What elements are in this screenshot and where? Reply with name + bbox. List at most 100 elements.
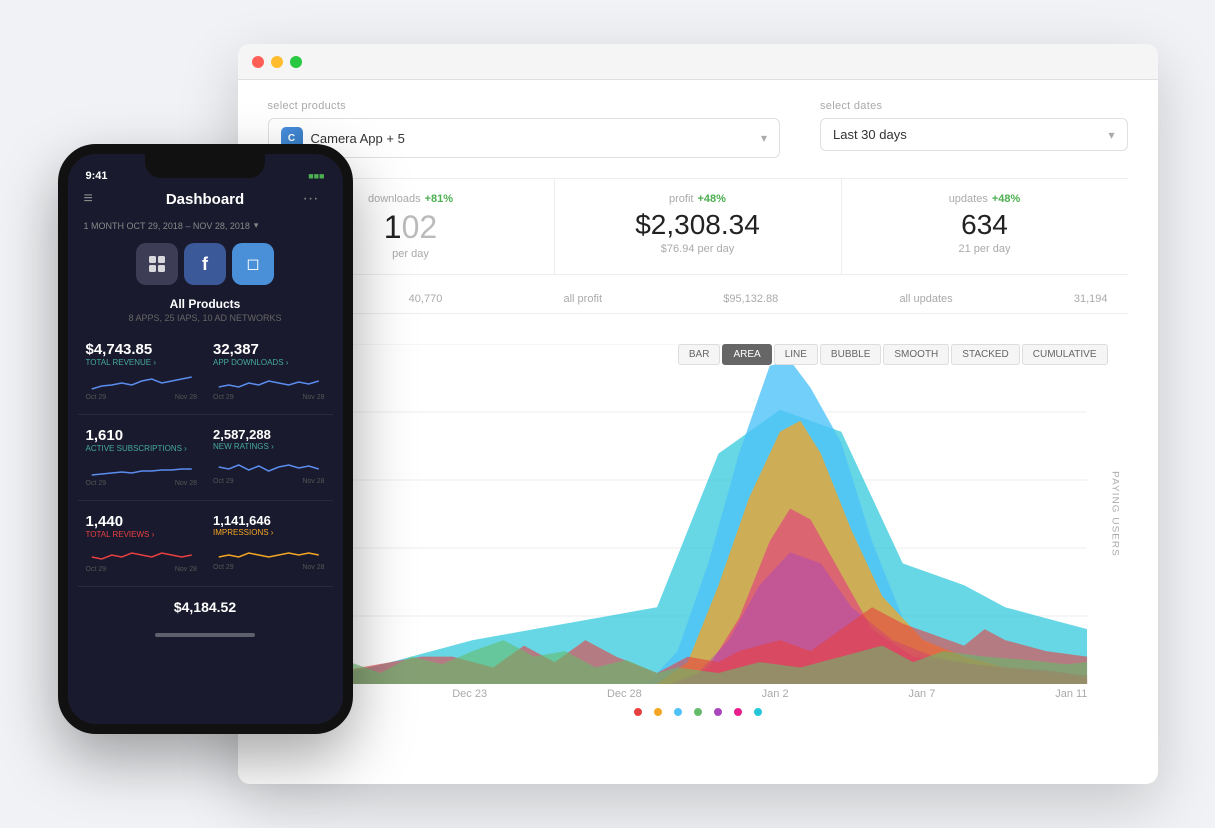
phone-revenue-dates: Oct 29Nov 28 <box>86 393 198 402</box>
updates-change: +48% <box>992 193 1020 205</box>
x-label-5: Jan 7 <box>908 688 935 700</box>
phone-title: Dashboard <box>108 191 303 208</box>
legend-blue-dot <box>674 708 682 716</box>
chart-btn-smooth[interactable]: SMOOTH <box>883 344 949 365</box>
phone-product-name: All Products <box>68 293 343 311</box>
legend-purple-dot <box>714 708 722 716</box>
phone-subs-chart <box>86 457 198 479</box>
phone-battery: ■■■ <box>308 171 324 181</box>
phone-revenue-chart <box>86 371 198 393</box>
x-label-2: Dec 23 <box>452 688 487 700</box>
chart-btn-bar[interactable]: BAR <box>678 344 721 365</box>
legend-teal-dot <box>754 708 762 716</box>
chart-btn-bubble[interactable]: BUBBLE <box>820 344 881 365</box>
legend-green-dot <box>694 708 702 716</box>
dropdown-arrow-icon: ▾ <box>761 131 767 145</box>
phone-ratings-dates: Oct 29Nov 28 <box>213 477 325 486</box>
phone-app-blue-icon[interactable]: ◻ <box>232 243 274 285</box>
profit-per-day: $76.94 per day <box>575 243 821 255</box>
chart-btn-cumulative[interactable]: CUMULATIVE <box>1022 344 1108 365</box>
dates-value: Last 30 days <box>833 127 1100 142</box>
phone: 9:41 ■■■ ≡ Dashboard ··· 1 MONTH OCT 29,… <box>58 144 353 734</box>
profit-stat: profit +48% $2,308.34 $76.94 per day <box>555 179 842 274</box>
phone-ratings-label: NEW RATINGS › <box>213 442 325 451</box>
updates-header: updates +48% <box>862 193 1108 205</box>
phone-stats-grid-2: 1,610 ACTIVE SUBSCRIPTIONS › Oct 29Nov 2… <box>68 417 343 498</box>
profit-header: profit +48% <box>575 193 821 205</box>
phone-stat-revenue[interactable]: $4,743.85 TOTAL REVENUE › Oct 29Nov 28 <box>78 331 206 412</box>
dates-dropdown[interactable]: Last 30 days ▾ <box>820 118 1128 151</box>
phone-stat-impressions[interactable]: 1,141,646 IMPRESSIONS › Oct 29Nov 28 <box>205 503 333 584</box>
updates-value: 634 <box>862 209 1108 241</box>
phone-downloads-dates: Oct 29Nov 28 <box>213 393 325 402</box>
phone-revenue-label: TOTAL REVENUE › <box>86 358 198 367</box>
close-button-icon[interactable] <box>252 56 264 68</box>
phone-header: ≡ Dashboard ··· <box>68 182 343 216</box>
chart-container: BAR AREA LINE BUBBLE SMOOTH STACKED CUMU… <box>268 344 1128 714</box>
scene: select products C Camera App + 5 ▾ selec… <box>58 24 1158 804</box>
phone-stat-ratings[interactable]: 2,587,288 NEW RATINGS › Oct 29Nov 28 <box>205 417 333 498</box>
phone-options-icon[interactable]: ··· <box>303 190 327 208</box>
phone-revenue-value: $4,743.85 <box>86 341 198 358</box>
updates-all-value: 31,194 <box>1074 293 1108 305</box>
phone-downloads-label: APP DOWNLOADS › <box>213 358 325 367</box>
phone-divider-2 <box>78 500 333 501</box>
phone-app-icons: f ◻ <box>68 235 343 293</box>
phone-impressions-chart <box>213 541 325 563</box>
window-titlebar <box>238 44 1158 80</box>
profit-all-value: $95,132.88 <box>723 293 778 305</box>
x-label-6: Jan 11 <box>1055 688 1087 700</box>
area-chart-svg: 2k 1.5k 1k 500 0 <box>268 344 1128 684</box>
downloads-change: +81% <box>425 193 453 205</box>
traffic-lights <box>252 56 302 68</box>
profit-label: profit <box>669 193 693 205</box>
phone-app-grid-icon[interactable] <box>136 243 178 285</box>
phone-subs-dates: Oct 29Nov 28 <box>86 479 198 488</box>
phone-product-sub: 8 APPS, 25 IAPS, 10 AD NETWORKS <box>68 311 343 331</box>
phone-stat-downloads[interactable]: 32,387 APP DOWNLOADS › Oct 29Nov 28 <box>205 331 333 412</box>
phone-menu-icon[interactable]: ≡ <box>84 190 108 208</box>
phone-stat-subscriptions[interactable]: 1,610 ACTIVE SUBSCRIPTIONS › Oct 29Nov 2… <box>78 417 206 498</box>
stats-row: downloads +81% 102 per day profit +48% $… <box>268 178 1128 275</box>
downloads-all-value: 40,770 <box>409 293 443 305</box>
chart-btn-line[interactable]: LINE <box>774 344 818 365</box>
desktop-window: select products C Camera App + 5 ▾ selec… <box>238 44 1158 784</box>
chart-svg-container: 2k 1.5k 1k 500 0 <box>268 344 1128 684</box>
phone-facebook-icon[interactable]: f <box>184 243 226 285</box>
phone-ratings-chart <box>213 455 325 477</box>
profit-change: +48% <box>698 193 726 205</box>
legend-pink-dot <box>734 708 742 716</box>
updates-label: updates <box>949 193 988 205</box>
updates-per-day: 21 per day <box>862 243 1108 255</box>
chart-btn-stacked[interactable]: STACKED <box>951 344 1020 365</box>
phone-period: 1 MONTH OCT 29, 2018 – NOV 28, 2018 ▾ <box>68 216 343 235</box>
minimize-button-icon[interactable] <box>271 56 283 68</box>
legend-orange-dot <box>654 708 662 716</box>
phone-impressions-dates: Oct 29Nov 28 <box>213 563 325 572</box>
products-selector-group: select products C Camera App + 5 ▾ <box>268 100 781 158</box>
window-content: select products C Camera App + 5 ▾ selec… <box>238 80 1158 724</box>
x-axis-labels: Dec 18 Dec 23 Dec 28 Jan 2 Jan 7 Jan 11 <box>268 684 1128 700</box>
products-dropdown[interactable]: C Camera App + 5 ▾ <box>268 118 781 158</box>
phone-impressions-label: IMPRESSIONS › <box>213 528 325 537</box>
dates-selector-group: select dates Last 30 days ▾ <box>820 100 1128 158</box>
x-label-3: Dec 28 <box>607 688 642 700</box>
dropdown-arrow-dates-icon: ▾ <box>1108 128 1114 142</box>
phone-home-indicator <box>155 633 255 637</box>
chart-btn-area[interactable]: AREA <box>722 344 771 365</box>
profit-all-label: all profit <box>564 293 603 305</box>
phone-stat-reviews[interactable]: 1,440 TOTAL REVIEWS › Oct 29Nov 28 <box>78 503 206 584</box>
phone-stats-grid-3: 1,440 TOTAL REVIEWS › Oct 29Nov 28 1,141… <box>68 503 343 584</box>
phone-total: $4,184.52 <box>68 589 343 625</box>
phone-status-bar: 9:41 ■■■ <box>68 164 343 182</box>
legend-red-dot <box>634 708 642 716</box>
phone-downloads-chart <box>213 371 325 393</box>
updates-stat: updates +48% 634 21 per day <box>842 179 1128 274</box>
phone-reviews-chart <box>86 543 198 565</box>
phone-reviews-value: 1,440 <box>86 513 198 530</box>
profit-value: $2,308.34 <box>575 209 821 241</box>
maximize-button-icon[interactable] <box>290 56 302 68</box>
updates-all-label: all updates <box>899 293 952 305</box>
products-label: select products <box>268 100 781 112</box>
stat-footers: 40,770 all profit $95,132.88 all updates… <box>268 285 1128 314</box>
